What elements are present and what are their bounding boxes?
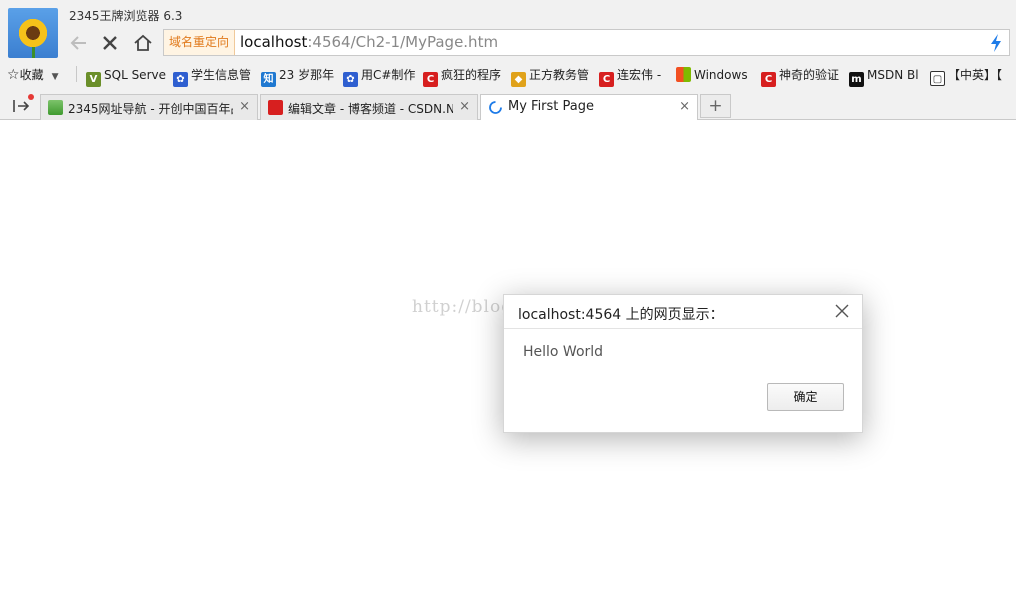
bookmark-item[interactable]: ✿ 用C#制作: [343, 66, 415, 87]
ok-button[interactable]: 确定: [767, 383, 844, 411]
dialog-title: localhost:4564 上的网页显示：: [518, 307, 724, 323]
browser-logo-icon: [8, 8, 58, 58]
close-icon[interactable]: [834, 303, 850, 319]
zhihu-icon: 知: [261, 72, 276, 87]
csdn-icon: C: [761, 72, 776, 87]
home-2345-icon: [48, 100, 63, 115]
bilibili-icon: ▢: [930, 71, 945, 86]
bookmark-item[interactable]: m MSDN Bl: [849, 66, 919, 87]
bookmark-item[interactable]: C 神奇的验证: [761, 66, 839, 87]
back-button[interactable]: [68, 32, 90, 54]
msdn-icon: m: [849, 72, 864, 87]
windows-icon: [676, 67, 691, 82]
stop-button[interactable]: [99, 32, 121, 54]
bookmark-item[interactable]: Windows: [676, 66, 748, 84]
bookmark-item[interactable]: C 连宏伟 -: [599, 66, 661, 87]
bookmarks-divider: [76, 66, 77, 82]
tab-strip: 2345网址导航 - 开创中国百年品 × 编辑文章 - 博客频道 - CSDN.…: [0, 92, 1016, 121]
bookmarks-bar: ☆收藏 ▼ V SQL Serve ✿ 学生信息管 知 23 岁那年 ✿ 用C#制作 C疯…: [0, 62, 1016, 88]
dialog-divider: [504, 328, 862, 329]
dialog-message: Hello World: [523, 344, 604, 360]
cube-icon: ◆: [511, 72, 526, 87]
tab-close-icon[interactable]: ×: [679, 99, 690, 114]
url-text[interactable]: localhost:4564/Ch2-1/MyPage.htm: [240, 30, 498, 55]
csdn-icon: C: [423, 72, 438, 87]
paw-icon: ✿: [173, 72, 188, 87]
sql-icon: V: [86, 72, 101, 87]
notification-dot: [28, 94, 34, 100]
alert-dialog: localhost:4564 上的网页显示： Hello World 确定: [503, 294, 863, 433]
bookmark-item[interactable]: V SQL Serve: [86, 66, 166, 87]
bookmark-item[interactable]: ✿ 学生信息管: [173, 66, 251, 87]
tab-csdn-edit[interactable]: 编辑文章 - 博客频道 - CSDN.N ×: [260, 94, 478, 120]
new-tab-button[interactable]: +: [700, 94, 731, 118]
app-title: 2345王牌浏览器 6.3: [69, 9, 183, 23]
tab-my-first-page[interactable]: My First Page ×: [480, 94, 698, 121]
tab-close-icon[interactable]: ×: [459, 99, 470, 114]
bookmark-item[interactable]: ▢ 【中英】【: [930, 66, 1002, 86]
home-button[interactable]: [132, 32, 154, 54]
lightning-icon[interactable]: [989, 34, 1003, 52]
tab-2345[interactable]: 2345网址导航 - 开创中国百年品 ×: [40, 94, 258, 120]
bookmark-item[interactable]: C 疯狂的程序: [423, 66, 501, 87]
home-icon: [134, 34, 152, 51]
csdn-icon: C: [599, 72, 614, 87]
bookmark-item[interactable]: 知 23 岁那年: [261, 66, 334, 87]
favorites-button[interactable]: ☆收藏 ▼: [7, 66, 59, 84]
stop-icon: [103, 36, 117, 50]
chevron-down-icon: ▼: [51, 72, 59, 82]
star-icon: ☆: [7, 67, 20, 83]
browser-chrome: 2345王牌浏览器 6.3 域名重定向 localhost:4564/Ch2-1…: [0, 0, 1016, 121]
csdn-icon: [268, 100, 283, 115]
bookmark-item[interactable]: ◆ 正方教务管: [511, 66, 589, 87]
loading-icon: [489, 101, 502, 114]
address-bar[interactable]: 域名重定向 localhost:4564/Ch2-1/MyPage.htm: [163, 29, 1010, 56]
redirect-badge[interactable]: 域名重定向: [164, 30, 236, 55]
tab-close-icon[interactable]: ×: [239, 99, 250, 114]
back-arrow-icon: [70, 36, 86, 50]
paw-icon: ✿: [343, 72, 358, 87]
restore-tabs-icon[interactable]: [12, 98, 32, 114]
